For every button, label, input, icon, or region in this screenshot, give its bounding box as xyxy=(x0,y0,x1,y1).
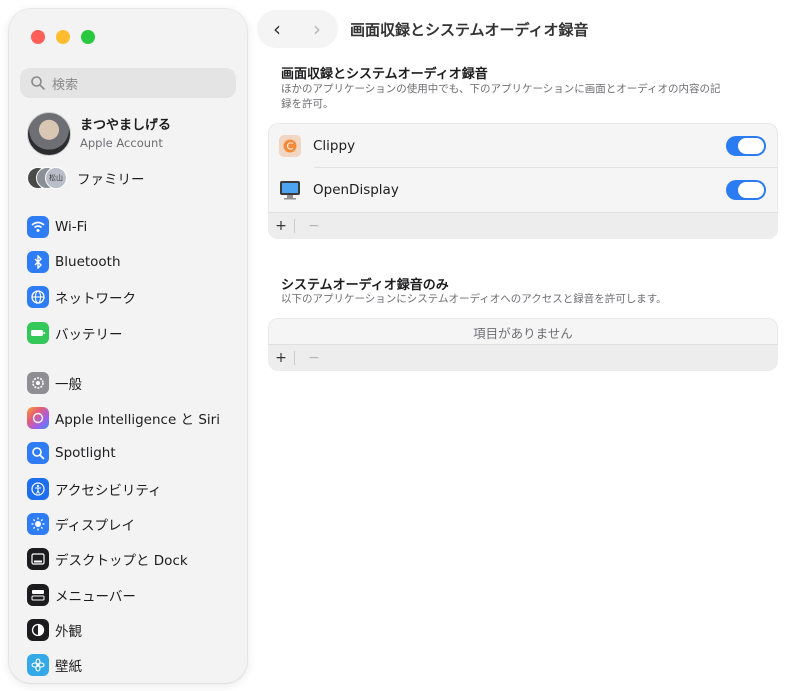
sidebar-item-label: Apple Intelligence と Siri xyxy=(55,412,220,428)
sidebar-item-display[interactable]: ディスプレイ xyxy=(27,512,135,536)
search-icon xyxy=(31,76,45,90)
account-name: まつやましげる xyxy=(80,118,172,133)
empty-list-message: 項目がありません xyxy=(473,326,573,341)
sidebar-item-label: Wi-Fi xyxy=(55,219,88,235)
wifi-icon xyxy=(27,216,49,238)
zoom-window-button[interactable] xyxy=(81,30,95,44)
sidebar-item-label: バッテリー xyxy=(55,327,123,343)
back-button[interactable]: ‹ xyxy=(257,10,297,48)
sidebar-item-menubar[interactable]: メニューバー xyxy=(27,583,136,607)
section-title: 画面収録とシステムオーディオ録音 xyxy=(281,67,488,82)
minimize-window-button[interactable] xyxy=(56,30,70,44)
dock-icon xyxy=(27,548,49,570)
add-button[interactable]: + xyxy=(272,218,290,234)
accessibility-icon xyxy=(27,478,49,500)
sidebar-item-label: 外観 xyxy=(55,624,82,640)
family-avatar: 松山 xyxy=(45,167,67,189)
close-window-button[interactable] xyxy=(31,30,45,44)
opendisplay-app-icon xyxy=(279,179,301,201)
window-title: 画面収録とシステムオーディオ録音 xyxy=(350,21,589,39)
sidebar-item-network[interactable]: ネットワーク xyxy=(27,285,136,309)
search-placeholder: 検索 xyxy=(52,77,79,93)
sidebar-item-label: Bluetooth xyxy=(55,254,121,270)
sidebar-item-spotlight[interactable]: Spotlight xyxy=(27,441,116,465)
siri-icon xyxy=(27,407,49,429)
sidebar-item-wallpaper[interactable]: 壁紙 xyxy=(27,653,82,677)
app-name: OpenDisplay xyxy=(313,182,399,198)
sun-icon xyxy=(27,513,49,535)
account-subtitle: Apple Account xyxy=(80,136,163,150)
sidebar-item-battery[interactable]: バッテリー xyxy=(27,321,123,345)
section-description: ほかのアプリケーションの使用中でも、下のアプリケーションに画面とオーディオの内容… xyxy=(281,83,721,110)
clippy-toggle[interactable] xyxy=(726,136,766,156)
appearance-icon xyxy=(27,619,49,641)
search-field[interactable]: 検索 xyxy=(20,68,236,98)
avatar xyxy=(27,112,71,156)
section-title: システムオーディオ録音のみ xyxy=(281,278,449,293)
sidebar-item-label: デスクトップと Dock xyxy=(55,553,188,569)
globe-icon xyxy=(27,286,49,308)
app-row-opendisplay: OpenDisplay xyxy=(268,168,778,212)
chevron-right-icon: › xyxy=(313,17,321,41)
family-avatars: 松山 xyxy=(27,167,69,189)
clippy-app-icon: C xyxy=(279,135,301,157)
app-row-clippy: C Clippy xyxy=(268,124,778,168)
divider xyxy=(294,351,295,365)
sidebar-item-wifi[interactable]: Wi-Fi xyxy=(27,215,87,239)
sidebar xyxy=(9,9,247,683)
sidebar-item-desktop-dock[interactable]: デスクトップと Dock xyxy=(27,547,188,571)
sidebar-item-apple-intelligence-siri[interactable]: Apple Intelligence と Siri xyxy=(27,406,220,430)
section-description: 以下のアプリケーションにシステムオーディオへのアクセスと録音を許可します。 xyxy=(281,293,667,305)
battery-icon xyxy=(27,322,49,344)
sidebar-item-label: アクセシビリティ xyxy=(55,483,162,499)
navigation-buttons: ‹ › xyxy=(257,10,338,48)
app-name: Clippy xyxy=(313,138,356,154)
chevron-left-icon: ‹ xyxy=(273,17,281,41)
forward-button[interactable]: › xyxy=(297,10,337,48)
divider xyxy=(294,219,295,233)
sidebar-item-label: 壁紙 xyxy=(55,659,82,675)
sidebar-item-label: Spotlight xyxy=(55,445,116,461)
family-label: ファミリー xyxy=(77,172,145,188)
svg-text:C: C xyxy=(287,142,294,153)
remove-button[interactable]: − xyxy=(305,218,323,234)
add-remove-bar: + − xyxy=(268,212,778,239)
add-button[interactable]: + xyxy=(272,350,290,366)
sidebar-item-label: メニューバー xyxy=(55,589,136,605)
sidebar-item-accessibility[interactable]: アクセシビリティ xyxy=(27,477,162,501)
remove-button[interactable]: − xyxy=(305,350,323,366)
opendisplay-toggle[interactable] xyxy=(726,180,766,200)
magnifier-icon xyxy=(27,442,49,464)
bluetooth-icon xyxy=(27,251,49,273)
apple-account-item[interactable]: まつやましげる Apple Account xyxy=(27,112,171,156)
screen-recording-app-list: C Clippy OpenDisplay + − xyxy=(268,123,778,239)
family-item[interactable]: 松山 ファミリー xyxy=(27,166,145,190)
add-remove-bar: + − xyxy=(268,344,778,371)
menubar-icon xyxy=(27,584,49,606)
sidebar-item-label: ネットワーク xyxy=(55,291,136,307)
sidebar-item-bluetooth[interactable]: Bluetooth xyxy=(27,250,121,274)
sidebar-item-label: ディスプレイ xyxy=(55,518,136,534)
sidebar-item-appearance[interactable]: 外観 xyxy=(27,618,82,642)
system-audio-app-list: 項目がありません + − xyxy=(268,318,778,371)
wallpaper-icon xyxy=(27,654,49,676)
sidebar-item-general[interactable]: 一般 xyxy=(27,371,82,395)
sidebar-item-label: 一般 xyxy=(55,377,82,393)
gear-icon xyxy=(27,372,49,394)
